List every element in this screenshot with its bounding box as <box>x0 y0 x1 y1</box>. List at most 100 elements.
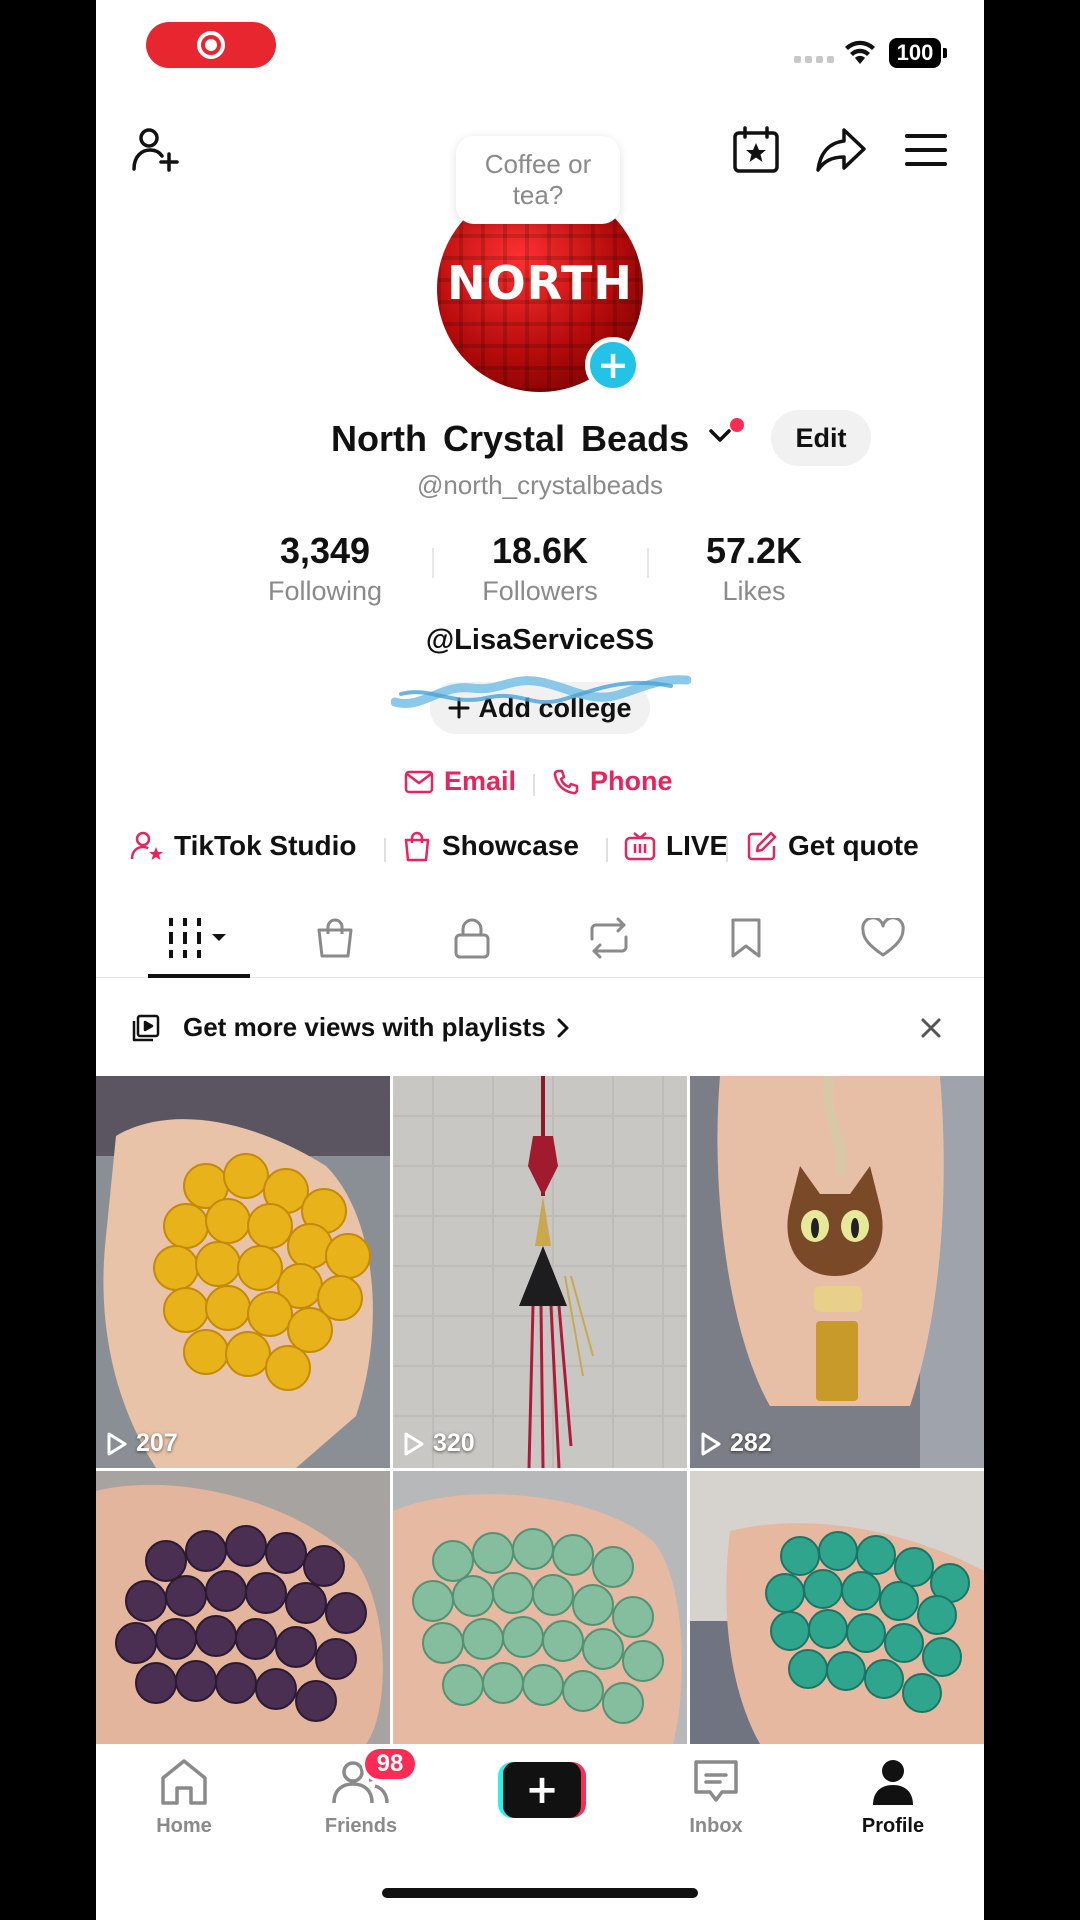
phone-label: Phone <box>590 766 673 796</box>
nav-home[interactable]: Home <box>124 1758 244 1838</box>
showcase-link[interactable]: Showcase <box>402 830 579 862</box>
profile-screen: 100 NORTH Coffee or tea? + North Crystal… <box>96 0 984 1920</box>
notification-dot <box>730 418 744 432</box>
live-link[interactable]: LIVE <box>624 830 728 862</box>
shopping-bag-icon <box>404 831 430 862</box>
view-count-text: 207 <box>136 1429 178 1457</box>
shopping-bag-icon <box>317 918 353 958</box>
videos-grid-icon <box>169 918 226 958</box>
battery-indicator: 100 <box>889 38 947 68</box>
bookmark-icon <box>731 918 761 958</box>
add-avatar-story-button[interactable]: + <box>585 337 641 393</box>
likes-count: 57.2K <box>705 530 803 571</box>
status-bar: 100 <box>96 0 984 100</box>
view-count: 320 <box>403 1429 475 1458</box>
contact-divider <box>533 774 535 796</box>
tab-private[interactable] <box>417 914 527 962</box>
stat-divider <box>432 548 434 578</box>
thumbnail-image <box>393 1076 687 1468</box>
profile-name-row: North Crystal Beads Edit <box>96 410 984 466</box>
scribble-annotation <box>391 675 691 708</box>
email-label: Email <box>444 766 517 796</box>
followers-stat[interactable]: 18.6K Followers <box>440 530 640 607</box>
edit-note-icon <box>747 831 777 861</box>
view-count-text: 320 <box>433 1429 475 1457</box>
content-tabs <box>96 900 984 978</box>
hamburger-menu-icon <box>905 134 947 166</box>
add-person-icon <box>132 128 179 172</box>
likes-stat[interactable]: 57.2K Likes <box>654 530 854 607</box>
status-note-bubble[interactable]: Coffee or tea? <box>456 136 620 224</box>
tiktok-studio-label: TikTok Studio <box>174 830 357 861</box>
tab-videos[interactable] <box>146 914 256 962</box>
person-star-icon <box>130 831 163 860</box>
playlist-banner-text-row: Get more views with playlists <box>183 1012 570 1043</box>
live-label: LIVE <box>666 830 729 861</box>
avatar-logo-text: NORTH <box>447 256 633 310</box>
tab-reposts[interactable] <box>554 914 664 962</box>
thumbnail-image <box>690 1076 984 1468</box>
share-profile-button[interactable] <box>811 120 871 180</box>
tools-divider <box>726 838 728 862</box>
video-thumbnail[interactable] <box>393 1471 687 1744</box>
following-stat[interactable]: 3,349 Following <box>225 530 425 607</box>
home-indicator[interactable] <box>382 1888 698 1898</box>
calendar-button[interactable] <box>726 120 786 180</box>
menu-button[interactable] <box>896 120 956 180</box>
heart-icon <box>861 918 905 957</box>
friends-notification-badge: 98 <box>362 1746 418 1782</box>
chevron-down-icon[interactable] <box>708 424 732 446</box>
video-thumbnail[interactable]: 207 <box>96 1076 390 1468</box>
share-arrow-icon <box>816 128 866 172</box>
nav-inbox-label: Inbox <box>689 1815 743 1837</box>
creator-tools-row: TikTok Studio Showcase LIVE Get quote <box>96 830 984 870</box>
nav-friends-label: Friends <box>324 1815 398 1837</box>
video-thumbnail[interactable]: 282 <box>690 1076 984 1468</box>
get-quote-label: Get quote <box>788 830 919 861</box>
tab-shop[interactable] <box>280 914 390 962</box>
stat-divider <box>647 548 649 578</box>
tab-liked[interactable] <box>828 914 938 962</box>
username-handle: @north_crystalbeads <box>416 470 664 500</box>
tab-favorites[interactable] <box>691 914 801 962</box>
video-thumbnail[interactable]: 320 <box>393 1076 687 1468</box>
profile-icon <box>873 1760 913 1805</box>
nav-inbox[interactable]: Inbox <box>656 1758 776 1838</box>
video-thumbnail[interactable] <box>96 1471 390 1744</box>
envelope-icon <box>404 770 434 793</box>
status-note-text: Coffee or tea? <box>484 149 592 210</box>
close-icon[interactable] <box>920 1017 942 1039</box>
edit-profile-button[interactable]: Edit <box>771 410 871 466</box>
add-friend-button[interactable] <box>126 120 186 180</box>
screen-recording-indicator[interactable] <box>146 22 276 68</box>
play-icon <box>701 1432 721 1455</box>
email-link[interactable]: Email <box>404 766 516 797</box>
view-count: 282 <box>700 1429 772 1458</box>
thumbnail-image <box>96 1471 390 1744</box>
plus-icon: + <box>503 1762 581 1818</box>
lock-icon <box>454 918 490 959</box>
plus-icon: + <box>597 343 629 387</box>
tiktok-studio-link[interactable]: TikTok Studio <box>130 830 357 862</box>
tools-divider <box>606 838 608 862</box>
video-grid: 207 320 282 <box>96 1076 984 1744</box>
likes-label: Likes <box>722 576 786 606</box>
bio-mention[interactable]: @LisaServiceSS <box>96 624 984 657</box>
create-button[interactable]: + <box>498 1762 586 1818</box>
get-quote-link[interactable]: Get quote <box>746 830 919 862</box>
view-count-text: 282 <box>730 1429 772 1457</box>
play-icon <box>404 1432 424 1455</box>
following-label: Following <box>267 576 383 606</box>
video-thumbnail[interactable] <box>690 1471 984 1744</box>
playlist-banner[interactable]: Get more views with playlists <box>96 980 984 1076</box>
chevron-right-icon <box>557 1018 569 1037</box>
thumbnail-image <box>393 1471 687 1744</box>
phone-link[interactable]: Phone <box>552 766 673 797</box>
nav-profile-label: Profile <box>861 1815 925 1837</box>
display-name[interactable]: North Crystal Beads <box>331 418 689 460</box>
nav-profile[interactable]: Profile <box>833 1758 953 1838</box>
inbox-icon <box>694 1760 738 1802</box>
tools-divider <box>384 838 386 862</box>
play-icon <box>107 1432 127 1455</box>
followers-label: Followers <box>482 576 598 606</box>
